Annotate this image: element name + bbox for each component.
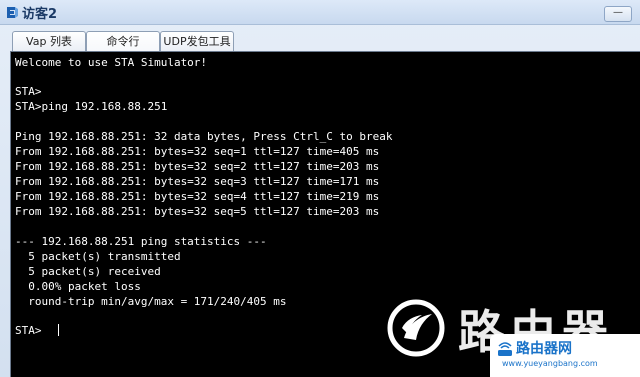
tab-vap-list[interactable]: Vap 列表: [12, 31, 86, 52]
terminal-line: STA>: [15, 85, 42, 98]
terminal-line: From 192.168.88.251: bytes=32 seq=5 ttl=…: [15, 205, 380, 218]
title-bar[interactable]: 访客2 —: [0, 0, 640, 25]
terminal-line: 0.00% packet loss: [15, 280, 141, 293]
watermark: 路由器 路由器网 www.yueyangbang.com: [386, 296, 640, 377]
terminal-line: 5 packet(s) transmitted: [15, 250, 181, 263]
terminal-line: From 192.168.88.251: bytes=32 seq=2 ttl=…: [15, 160, 380, 173]
watermark-logo-icon: [387, 299, 445, 357]
terminal-line: From 192.168.88.251: bytes=32 seq=3 ttl=…: [15, 175, 380, 188]
app-icon: [7, 7, 18, 18]
watermark-badge-title: 路由器网: [516, 341, 572, 357]
tab-udp-tool[interactable]: UDP发包工具: [160, 31, 234, 52]
window-title: 访客2: [22, 7, 58, 22]
tab-command-line[interactable]: 命令行: [86, 31, 160, 52]
terminal-line: Welcome to use STA Simulator!: [15, 56, 208, 69]
watermark-badge: 路由器网 www.yueyangbang.com: [490, 334, 640, 377]
terminal-line: round-trip min/avg/max = 171/240/405 ms: [15, 295, 287, 308]
terminal-line: Ping 192.168.88.251: 32 data bytes, Pres…: [15, 130, 393, 143]
watermark-badge-url: www.yueyangbang.com: [502, 359, 598, 368]
app-window: 访客2 — Vap 列表 命令行 UDP发包工具 Welcome to use …: [0, 0, 640, 377]
router-icon: [498, 342, 512, 356]
minimize-button[interactable]: —: [604, 6, 632, 22]
terminal-line: STA>ping 192.168.88.251: [15, 100, 168, 113]
terminal-line: 5 packet(s) received: [15, 265, 161, 278]
terminal-line: From 192.168.88.251: bytes=32 seq=1 ttl=…: [15, 145, 380, 158]
terminal-prompt: STA>: [15, 324, 42, 337]
tab-bar: Vap 列表 命令行 UDP发包工具: [0, 24, 640, 54]
terminal-line: From 192.168.88.251: bytes=32 seq=4 ttl=…: [15, 190, 380, 203]
terminal-line: --- 192.168.88.251 ping statistics ---: [15, 235, 267, 248]
text-cursor: [58, 324, 59, 336]
